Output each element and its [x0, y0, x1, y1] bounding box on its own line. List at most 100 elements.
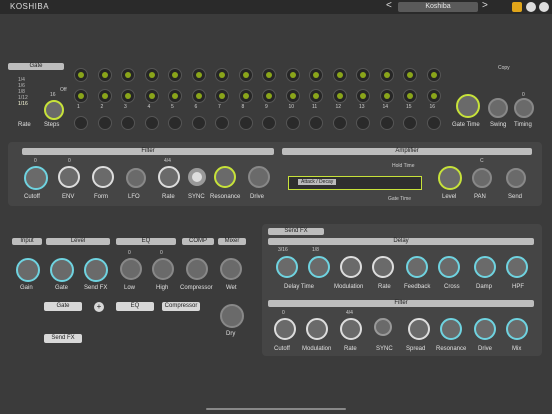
step-accent-button[interactable] — [356, 116, 370, 130]
gate-step-button[interactable] — [215, 89, 229, 103]
gate-step-button[interactable] — [356, 68, 370, 82]
gate-step-button[interactable] — [97, 68, 112, 82]
step-accent-button[interactable] — [238, 116, 253, 130]
gate-step-button[interactable] — [144, 68, 159, 82]
swing-knob[interactable] — [488, 98, 508, 118]
gate-step-button[interactable] — [309, 68, 323, 82]
gain-knob[interactable] — [16, 258, 40, 282]
gear-icon[interactable] — [526, 2, 536, 12]
step-accent-button[interactable] — [379, 116, 394, 130]
filter-sync-button[interactable] — [188, 168, 206, 186]
gate-step-button[interactable] — [379, 89, 394, 103]
gate-step-button[interactable] — [191, 89, 206, 103]
step-accent-button[interactable] — [144, 116, 159, 130]
dry-knob[interactable] — [220, 304, 244, 328]
cross-knob[interactable] — [438, 256, 460, 278]
gate-step-button[interactable] — [332, 68, 347, 82]
filter-cutoff-knob[interactable] — [24, 166, 48, 190]
gate-step-button[interactable] — [238, 68, 253, 82]
delay-rate-knob[interactable] — [372, 256, 394, 278]
step-accent-button[interactable] — [191, 116, 206, 130]
gate-level-knob[interactable] — [50, 258, 74, 282]
prev-preset-button[interactable]: < — [386, 0, 392, 11]
gate-step-button[interactable] — [74, 68, 88, 82]
delay-time-r-knob[interactable] — [308, 256, 330, 278]
gate-step-button[interactable] — [191, 68, 206, 82]
hpf-knob[interactable] — [506, 256, 528, 278]
gate-step-button[interactable] — [168, 89, 182, 103]
step-accent-button[interactable] — [168, 116, 182, 130]
speaker-icon[interactable] — [512, 2, 522, 12]
step-accent-button[interactable] — [309, 116, 323, 130]
filter-lfo-knob[interactable] — [126, 168, 146, 188]
gate-step-button[interactable] — [285, 89, 300, 103]
gate-step-button[interactable] — [215, 68, 229, 82]
amp-level-knob[interactable] — [438, 166, 462, 190]
settings-icon[interactable] — [539, 2, 549, 12]
step-accent-button[interactable] — [215, 116, 229, 130]
gate-step-button[interactable] — [285, 68, 300, 82]
filter-resonance-knob[interactable] — [214, 166, 236, 188]
filter-env-knob[interactable] — [58, 166, 80, 188]
sendfx-level-knob[interactable] — [84, 258, 108, 282]
gate-step-button[interactable] — [144, 89, 159, 103]
delay-modulation-knob[interactable] — [340, 256, 362, 278]
send-knob[interactable] — [506, 168, 526, 188]
fx-mix-knob[interactable] — [506, 318, 528, 340]
eq-low-knob[interactable] — [120, 258, 142, 280]
step-accent-button[interactable] — [74, 116, 88, 130]
fx-resonance-knob[interactable] — [440, 318, 462, 340]
step-accent-button[interactable] — [426, 116, 441, 130]
gate-step-button[interactable] — [121, 68, 135, 82]
gate-step-button[interactable] — [426, 68, 441, 82]
gate-step-button[interactable] — [168, 68, 182, 82]
damp-knob[interactable] — [474, 256, 496, 278]
step-accent-button[interactable] — [97, 116, 112, 130]
eq-high-knob[interactable] — [152, 258, 174, 280]
step-accent-button[interactable] — [332, 116, 347, 130]
pan-knob[interactable] — [472, 168, 492, 188]
preset-name[interactable]: Koshiba — [398, 2, 478, 12]
gate-step-button[interactable] — [379, 68, 394, 82]
fx-cutoff-knob[interactable] — [274, 318, 296, 340]
timing-knob[interactable] — [514, 98, 534, 118]
compressor-knob[interactable] — [186, 258, 208, 280]
feedback-knob[interactable] — [406, 256, 428, 278]
gate-step-button[interactable] — [262, 68, 276, 82]
delay-time-l-knob[interactable] — [276, 256, 298, 278]
gate-step-button[interactable] — [238, 89, 253, 103]
step-number: 10 — [288, 104, 295, 110]
spread-knob[interactable] — [408, 318, 430, 340]
steps-knob[interactable] — [44, 100, 64, 120]
filter-drive-knob[interactable] — [248, 166, 270, 188]
rate-selector[interactable]: 1/4 1/6 1/8 1/12 1/16 — [18, 77, 28, 107]
gate-step-button[interactable] — [426, 89, 441, 103]
gate-step-button[interactable] — [262, 89, 276, 103]
step-accent-button[interactable] — [262, 116, 276, 130]
gate-step-button[interactable] — [121, 89, 135, 103]
gate-step-button[interactable] — [403, 68, 417, 82]
next-preset-button[interactable]: > — [482, 0, 488, 11]
gate-step-button[interactable] — [309, 89, 323, 103]
gate-step-button[interactable] — [403, 89, 417, 103]
gate-step-button[interactable] — [74, 89, 88, 103]
step-led — [407, 93, 413, 99]
fx-rate-knob[interactable] — [340, 318, 362, 340]
gate-time-knob[interactable] — [456, 94, 480, 118]
gate-step-button[interactable] — [356, 89, 370, 103]
fx-sync-button[interactable] — [374, 318, 392, 336]
step-led — [172, 93, 178, 99]
gate-step-button[interactable] — [97, 89, 112, 103]
filter-sync-label: SYNC — [188, 194, 205, 200]
copy-button[interactable]: Copy — [498, 65, 510, 71]
fx-drive-knob[interactable] — [474, 318, 496, 340]
gate-step-button[interactable] — [332, 89, 347, 103]
step-accent-button[interactable] — [285, 116, 300, 130]
step-accent-button[interactable] — [121, 116, 135, 130]
wet-knob[interactable] — [220, 258, 242, 280]
fx-modulation-knob[interactable] — [306, 318, 328, 340]
filter-form-knob[interactable] — [92, 166, 114, 188]
filter-rate-knob[interactable] — [158, 166, 180, 188]
step-accent-button[interactable] — [403, 116, 417, 130]
rate-option-selected[interactable]: 1/16 — [18, 101, 28, 107]
